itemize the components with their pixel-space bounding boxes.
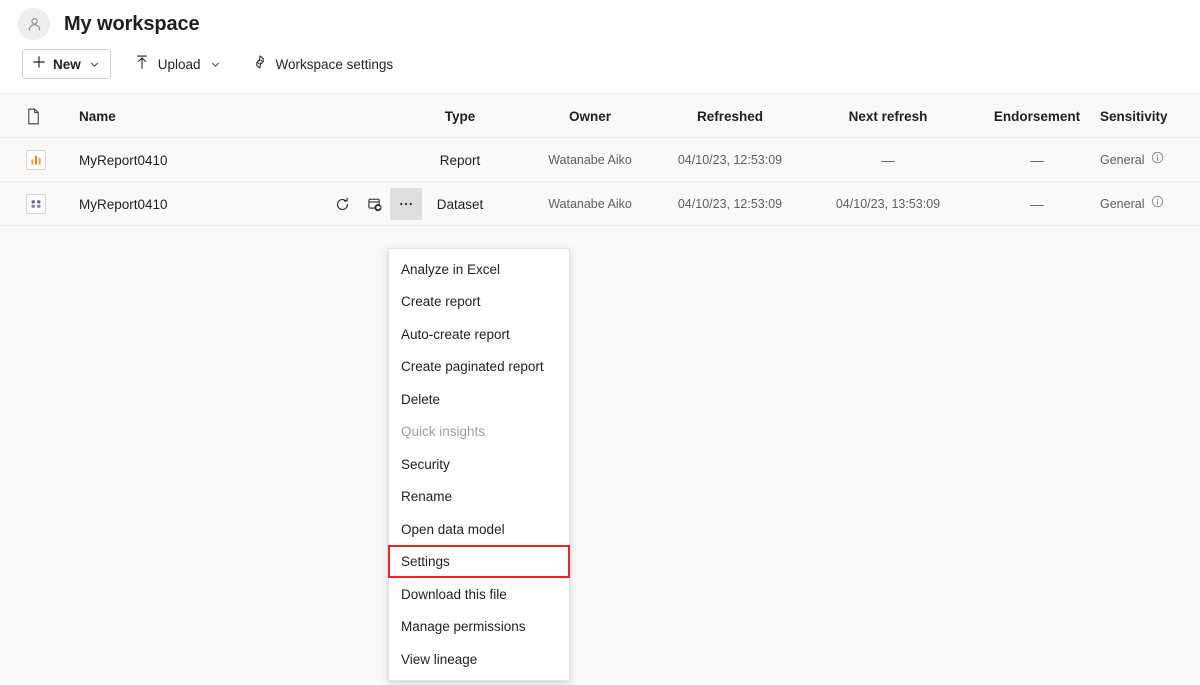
menu-item-open-data-model[interactable]: Open data model [389,513,569,546]
info-circle-icon[interactable] [1151,151,1164,169]
upload-arrow-icon [134,54,150,75]
menu-item-download-this-file[interactable]: Download this file [389,578,569,611]
table-row[interactable]: MyReport0410 Report Watanabe Aiko 04/10/… [0,138,1200,182]
item-owner: Watanabe Aiko [530,138,650,182]
chevron-down-icon [211,60,220,69]
chevron-down-icon [90,60,99,69]
column-header-name[interactable]: Name [79,94,379,138]
upload-button[interactable]: Upload [125,49,229,79]
item-type: Report [400,138,520,182]
item-owner: Watanabe Aiko [530,182,650,226]
item-sensitivity: General [1100,153,1144,167]
person-avatar-icon [18,8,50,40]
column-header-endorsement[interactable]: Endorsement [972,94,1102,138]
column-header-type[interactable]: Type [400,94,520,138]
menu-item-view-lineage[interactable]: View lineage [389,643,569,676]
workspace-title-row: My workspace [18,8,200,40]
document-icon [26,94,60,138]
column-header-refreshed[interactable]: Refreshed [660,94,800,138]
table-header-row: Name Type Owner Refreshed Next refresh E… [0,94,1200,138]
workspace-command-band: My workspace New [0,0,1200,94]
workspace-settings-button[interactable]: Workspace settings [243,49,403,79]
gear-icon [252,54,268,75]
new-button[interactable]: New [22,49,111,79]
menu-item-security[interactable]: Security [389,448,569,481]
new-button-label: New [53,57,81,72]
menu-item-create-report[interactable]: Create report [389,286,569,319]
dataset-context-menu: Analyze in ExcelCreate reportAuto-create… [388,248,570,681]
workspace-toolbar: New Upload [22,49,402,79]
workspace-items-table: Name Type Owner Refreshed Next refresh E… [0,94,1200,226]
column-header-next-refresh[interactable]: Next refresh [808,94,968,138]
item-next-refresh: — [808,138,968,182]
menu-item-manage-permissions[interactable]: Manage permissions [389,611,569,644]
info-circle-icon[interactable] [1151,195,1164,213]
plus-icon [32,55,46,74]
report-bar-chart-icon [26,150,46,170]
schedule-refresh-icon[interactable] [358,188,390,220]
refresh-now-icon[interactable] [326,188,358,220]
item-name[interactable]: MyReport0410 [79,138,379,182]
item-endorsement: — [972,138,1102,182]
dataset-grid-icon [26,194,46,214]
menu-item-create-paginated-report[interactable]: Create paginated report [389,351,569,384]
menu-item-settings[interactable]: Settings [389,546,569,579]
menu-item-quick-insights: Quick insights [389,416,569,449]
workspace-content-area: Name Type Owner Refreshed Next refresh E… [0,94,1200,685]
item-refreshed: 04/10/23, 12:53:09 [660,138,800,182]
menu-item-auto-create-report[interactable]: Auto-create report [389,318,569,351]
column-header-owner[interactable]: Owner [530,94,650,138]
menu-item-rename[interactable]: Rename [389,481,569,514]
item-refreshed: 04/10/23, 12:53:09 [660,182,800,226]
item-type: Dataset [400,182,520,226]
workspace-settings-label: Workspace settings [276,57,394,72]
item-endorsement: — [972,182,1102,226]
table-row[interactable]: MyReport0410 [0,182,1200,226]
settings-highlight-annotation [388,545,570,578]
item-sensitivity: General [1100,197,1144,211]
page-title: My workspace [64,13,200,36]
column-header-sensitivity[interactable]: Sensitivity [1100,94,1200,138]
menu-item-delete[interactable]: Delete [389,383,569,416]
upload-button-label: Upload [158,57,201,72]
item-next-refresh: 04/10/23, 13:53:09 [808,182,968,226]
menu-item-analyze-in-excel[interactable]: Analyze in Excel [389,253,569,286]
